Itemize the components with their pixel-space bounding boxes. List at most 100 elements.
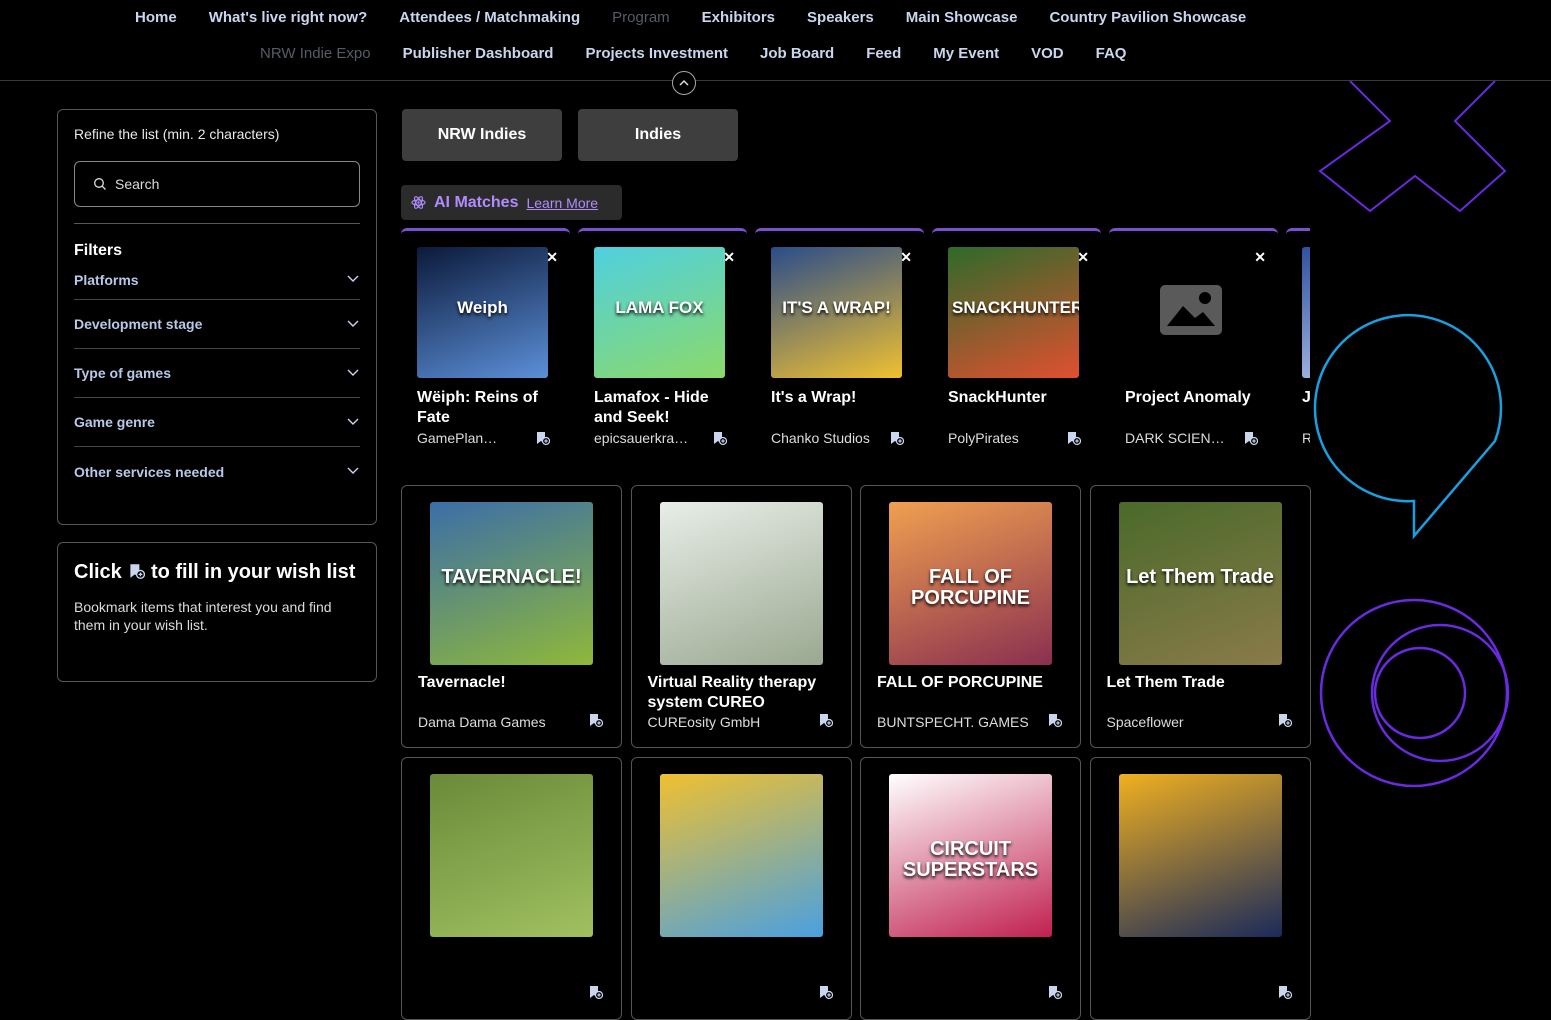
game-card[interactable] — [401, 757, 622, 1020]
tab-nrw-indies[interactable]: NRW Indies — [402, 109, 562, 161]
nav-link-speakers[interactable]: Speakers — [791, 8, 890, 28]
filter-development-stage[interactable]: Development stage — [74, 300, 360, 349]
cover-title-art: SNACKHUNTER — [952, 298, 1079, 318]
bookmark-add-icon[interactable] — [1046, 712, 1063, 728]
filter-label: Platforms — [74, 271, 139, 288]
chevron-up-icon — [679, 79, 689, 86]
wishlist-description: Bookmark items that interest you and fin… — [74, 599, 332, 633]
chevron-down-icon — [346, 463, 360, 480]
studio-name: PolyPirates — [948, 430, 1019, 446]
learn-more-link[interactable]: Learn More — [526, 195, 598, 211]
top-navigation: Home What's live right now? Attendees / Ma… — [0, 0, 1551, 95]
game-card[interactable]: Virtual Reality therapy system CUREO CURE… — [630, 485, 852, 748]
wishlist-title-end: to fill in your wish list — [150, 561, 356, 583]
studio-name: BUNTSPECHT. GAMES — [877, 714, 1029, 730]
bookmark-add-icon[interactable] — [587, 712, 604, 728]
bookmark-add-icon[interactable] — [1276, 712, 1292, 728]
nav-link-my-event[interactable]: My Event — [917, 44, 1015, 64]
game-card[interactable]: TAVERNACLE! Tavernacle! Dama Dama Games — [401, 485, 622, 748]
match-card[interactable]: IT'S A WRAP! ✕ It's a Wrap! Chanko Studios — [755, 228, 924, 463]
cover-title-art: Weiph — [457, 298, 508, 318]
match-card[interactable]: LAMA FOX ✕ Lamafox - Hide and Seek! epicsau… — [578, 228, 747, 463]
search-input[interactable] — [115, 176, 335, 192]
studio-name: R — [1302, 430, 1310, 446]
close-icon[interactable]: ✕ — [546, 249, 558, 266]
collapse-nav-button[interactable] — [672, 71, 696, 95]
studio-name: GamePlan… — [417, 430, 498, 446]
nav-link-nrw-indie-expo[interactable]: NRW Indie Expo — [244, 44, 387, 64]
nav-link-home[interactable]: Home — [119, 8, 193, 28]
match-card[interactable]: SNACKHUNTER ✕ SnackHunter PolyPirates — [932, 228, 1101, 463]
chevron-down-icon — [346, 414, 360, 431]
game-cover-image — [1302, 247, 1310, 378]
match-card[interactable]: ✕ Project Anomaly DARK SCIENCE — [1109, 228, 1278, 463]
bookmark-add-icon[interactable] — [1046, 984, 1063, 1000]
filter-label: Development stage — [74, 316, 203, 332]
close-icon[interactable]: ✕ — [723, 249, 735, 266]
filter-other-services-needed[interactable]: Other services needed — [74, 447, 360, 496]
nav-link-attendees-matchmaking[interactable]: Attendees / Matchmaking — [383, 8, 596, 28]
bookmark-add-icon[interactable] — [888, 430, 905, 446]
game-card[interactable] — [1089, 757, 1311, 1020]
game-cover-image: IT'S A WRAP! — [771, 247, 902, 378]
game-card[interactable]: FALL OF PORCUPINE FALL OF PORCUPINE BUNTSP… — [860, 485, 1081, 748]
nav-link-feed[interactable]: Feed — [850, 44, 917, 64]
nav-link-country-pavilion-showcase[interactable]: Country Pavilion Showcase — [1033, 8, 1262, 28]
bookmark-add-icon[interactable] — [587, 984, 604, 1000]
game-cover-image — [1125, 247, 1256, 378]
filter-game-genre[interactable]: Game genre — [74, 398, 360, 447]
game-cover-image: LAMA FOX — [594, 247, 725, 378]
studio-name: epicsauerkrau… — [594, 430, 694, 446]
game-cover-image — [1118, 774, 1282, 937]
close-icon[interactable]: ✕ — [1254, 249, 1266, 266]
nav-link-main-showcase[interactable]: Main Showcase — [890, 8, 1034, 28]
game-title: Virtual Reality therapy system CUREO — [647, 674, 817, 711]
bookmark-add-icon[interactable] — [711, 430, 728, 446]
filter-type-of-games[interactable]: Type of games — [74, 349, 360, 398]
nav-link-faq[interactable]: FAQ — [1080, 44, 1143, 64]
bookmark-add-icon[interactable] — [1065, 430, 1082, 446]
bookmark-add-icon[interactable] — [1276, 984, 1292, 1000]
nav-row-primary: Home What's live right now? Attendees / Ma… — [119, 8, 1262, 28]
nav-link-job-board[interactable]: Job Board — [744, 44, 850, 64]
game-cover-image: FALL OF PORCUPINE — [889, 502, 1052, 665]
game-cover-image: SNACKHUNTER — [948, 247, 1079, 378]
game-title: FALL OF PORCUPINE — [877, 674, 1043, 691]
game-title: Tavernacle! — [418, 674, 506, 691]
ai-matches-title: AI Matches — [434, 193, 519, 211]
nav-link-publisher-dashboard[interactable]: Publisher Dashboard — [387, 44, 570, 64]
speech-bubble-decoration — [1313, 314, 1503, 540]
studio-name: Dama Dama Games — [418, 714, 546, 730]
studio-name: Spaceflower — [1106, 714, 1184, 730]
nav-link-program[interactable]: Program — [596, 8, 686, 28]
tab-indies[interactable]: Indies — [578, 109, 738, 161]
game-card[interactable] — [630, 757, 852, 1020]
game-cover-image — [659, 774, 823, 937]
search-field[interactable] — [74, 161, 360, 207]
nav-link-exhibitors[interactable]: Exhibitors — [686, 8, 791, 28]
chevron-down-icon — [346, 271, 360, 288]
bookmark-add-icon[interactable] — [1242, 430, 1259, 446]
chevron-down-icon — [346, 316, 360, 333]
bookmark-add-icon[interactable] — [817, 984, 833, 1000]
match-card[interactable]: Weiph ✕ Wëiph: Reins of Fate GamePlan… — [401, 228, 570, 463]
game-card[interactable]: Let Them Trade Let Them Trade Spaceflower — [1089, 485, 1311, 748]
game-card[interactable]: CIRCUIT SUPERSTARS — [860, 757, 1081, 1020]
game-cover-image: Let Them Trade — [1118, 502, 1282, 665]
close-icon[interactable]: ✕ — [1077, 249, 1089, 266]
bookmark-add-icon[interactable] — [817, 712, 833, 728]
ring-decoration-large — [1319, 598, 1509, 788]
close-icon[interactable]: ✕ — [900, 249, 912, 266]
nav-link-vod[interactable]: VOD — [1015, 44, 1080, 64]
nav-link-projects-investment[interactable]: Projects Investment — [569, 44, 744, 64]
bookmark-add-icon[interactable] — [534, 430, 551, 446]
game-cover-image: TAVERNACLE! — [430, 502, 593, 665]
nav-link-what-s-live-right-now[interactable]: What's live right now? — [193, 8, 384, 28]
filter-platforms[interactable]: Platforms — [74, 260, 360, 300]
game-title: Project Anomaly — [1125, 389, 1251, 406]
game-title: J C — [1302, 389, 1310, 406]
divider — [74, 223, 360, 224]
game-title: Lamafox - Hide and Seek! — [594, 389, 709, 426]
match-card[interactable]: ✕J CR — [1286, 228, 1310, 463]
ai-matches-header: AI Matches Learn More — [401, 185, 622, 220]
